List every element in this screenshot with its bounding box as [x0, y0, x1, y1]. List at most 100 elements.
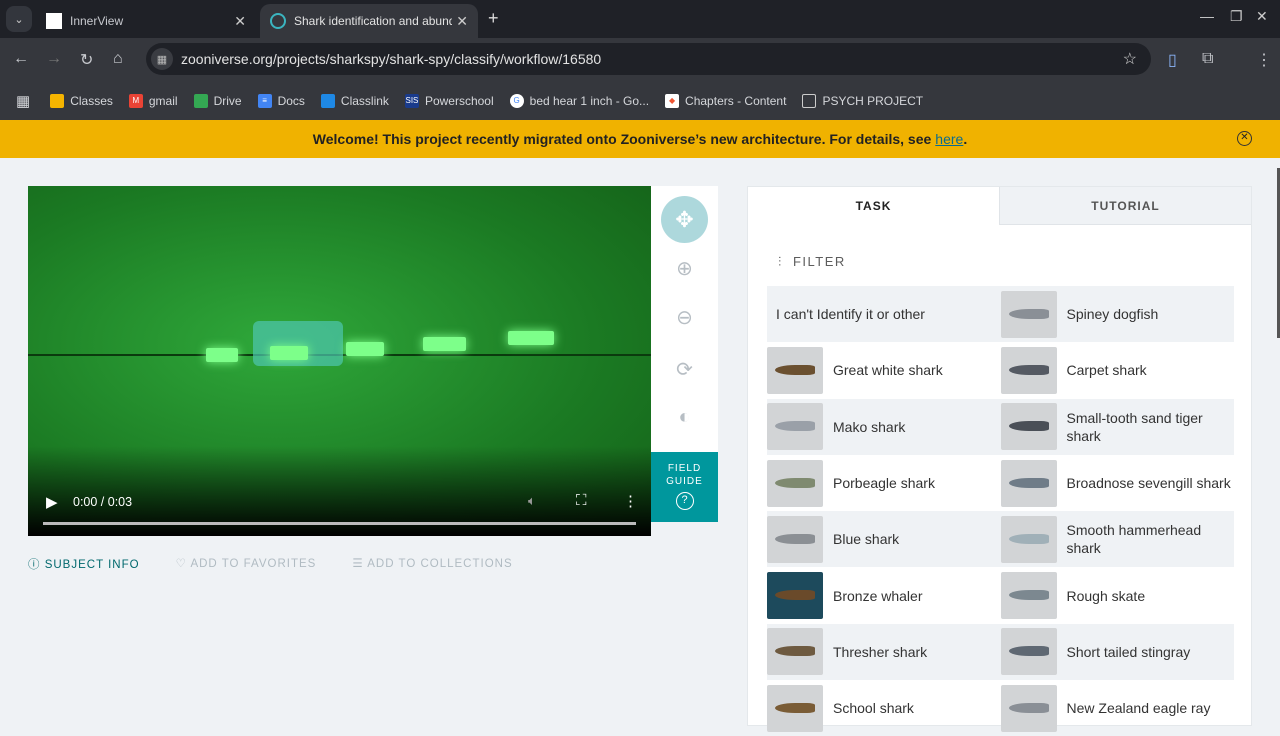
task-panel: TASK TUTORIAL ⫶ FILTER I can't Identify …: [747, 186, 1252, 732]
species-thumbnail: [1000, 290, 1057, 338]
choice-button[interactable]: Bronze whaler: [767, 567, 1001, 623]
tab-task[interactable]: TASK: [748, 187, 999, 225]
choice-button[interactable]: Porbeagle shark: [767, 455, 1001, 511]
light: [346, 342, 384, 356]
zoom-out-icon[interactable]: ⊖: [651, 305, 718, 330]
choice-row: School shark New Zealand eagle ray: [767, 680, 1234, 736]
choice-button[interactable]: I can't Identify it or other: [767, 286, 1001, 342]
species-thumbnail: [767, 459, 823, 507]
innerview-favicon-icon: [46, 13, 62, 29]
tab-tutorial[interactable]: TUTORIAL: [999, 187, 1251, 225]
choice-button[interactable]: Great white shark: [767, 342, 1001, 398]
bookmark-classlink[interactable]: Classlink: [320, 94, 389, 108]
reload-icon[interactable]: ↻: [80, 50, 93, 70]
zoom-in-icon[interactable]: ⊕: [651, 256, 718, 281]
choice-button[interactable]: Thresher shark: [767, 624, 1001, 680]
tab-innerview[interactable]: InnerView ✕: [36, 4, 256, 38]
light: [423, 337, 466, 351]
close-banner-icon[interactable]: ✕: [1237, 131, 1252, 146]
video-controls: ▶ 0:00 / 0:03 🔈︎ ⛶ ⋮: [28, 466, 651, 536]
choice-button[interactable]: Blue shark: [767, 511, 1001, 567]
fullscreen-icon[interactable]: ⛶: [576, 492, 587, 509]
choice-button[interactable]: Smooth hammerhead shark: [1000, 511, 1235, 567]
species-thumbnail: [1000, 572, 1057, 620]
choice-button[interactable]: Rough skate: [1000, 567, 1235, 623]
choice-row: Porbeagle shark Broadnose sevengill shark: [767, 455, 1234, 511]
restore-icon[interactable]: ❐: [1230, 8, 1243, 25]
tab-shark[interactable]: Shark identification and abundance ✕: [260, 4, 478, 38]
choice-button[interactable]: Short tailed stingray: [1000, 624, 1235, 680]
light: [206, 348, 238, 362]
choice-label: Small-tooth sand tiger shark: [1066, 409, 1203, 444]
choice-button[interactable]: New Zealand eagle ray: [1000, 680, 1235, 736]
video-time: 0:00 / 0:03: [73, 495, 133, 509]
bookmark-chapters[interactable]: ◆ Chapters - Content: [665, 94, 786, 108]
play-icon[interactable]: ▶: [46, 493, 58, 511]
address-bar[interactable]: ▦ zooniverse.org/projects/sharkspy/shark…: [146, 43, 1151, 75]
more-options-icon[interactable]: ⋮: [623, 492, 638, 510]
banner-text: Welcome! This project recently migrated …: [312, 131, 932, 147]
choice-label: School shark: [833, 700, 914, 717]
light: [270, 346, 308, 360]
bookmark-star-icon[interactable]: ☆: [1123, 49, 1137, 69]
close-tab-icon[interactable]: ✕: [234, 13, 246, 30]
zooniverse-favicon-icon: [270, 13, 286, 29]
subject-video[interactable]: ▶ 0:00 / 0:03 🔈︎ ⛶ ⋮: [28, 186, 651, 536]
choice-button[interactable]: Mako shark: [767, 399, 1001, 455]
new-tab-icon[interactable]: +: [488, 8, 499, 29]
home-icon[interactable]: ⌂: [113, 50, 123, 68]
choice-button[interactable]: Broadnose sevengill shark: [1000, 455, 1235, 511]
video-progress-bar[interactable]: [43, 522, 636, 525]
choice-grid: I can't Identify it or other Spiney dogfi…: [767, 286, 1234, 736]
invert-icon[interactable]: ◐: [651, 406, 718, 429]
extensions-icon[interactable]: ⧉: [1202, 50, 1213, 68]
choice-label: Broadnose sevengill shark: [1066, 475, 1231, 492]
rotate-icon[interactable]: ⟳: [651, 357, 718, 382]
choice-row: Mako shark Small-tooth sand tiger shark: [767, 398, 1235, 455]
url-text[interactable]: zooniverse.org/projects/sharkspy/shark-s…: [181, 51, 601, 67]
add-to-collections-button[interactable]: ☰ ADD TO COLLECTIONS: [352, 556, 530, 572]
choice-button[interactable]: Small-tooth sand tiger shark: [1000, 399, 1235, 455]
subject-info-button[interactable]: ⓘ SUBJECT INFO: [28, 556, 158, 572]
bookmark-powerschool[interactable]: SIS Powerschool: [404, 94, 494, 108]
bookmark-folder-psych[interactable]: PSYCH PROJECT: [802, 94, 923, 108]
species-thumbnail: [1000, 628, 1057, 676]
add-to-favorites-button[interactable]: ♡ ADD TO FAVORITES: [176, 556, 335, 572]
close-window-icon[interactable]: ✕: [1256, 8, 1268, 25]
species-thumbnail: [1000, 515, 1057, 563]
choice-button[interactable]: Carpet shark: [1000, 342, 1235, 398]
menu-icon[interactable]: ⋮: [1256, 50, 1272, 70]
field-guide-label: GUIDE: [666, 476, 703, 487]
bookmark-docs[interactable]: ≡ Docs: [257, 94, 305, 108]
move-icon[interactable]: ✥: [661, 196, 708, 243]
minimize-icon[interactable]: —: [1200, 8, 1214, 24]
choice-button[interactable]: School shark: [767, 680, 1001, 736]
subject-meta-bar: ⓘ SUBJECT INFO ♡ ADD TO FAVORITES ☰ ADD …: [28, 556, 549, 572]
bookmark-drive[interactable]: Drive: [193, 94, 242, 108]
site-info-icon[interactable]: ▦: [151, 48, 173, 70]
forward-icon[interactable]: →: [46, 50, 62, 68]
reading-mode-icon[interactable]: ▯: [1168, 50, 1177, 70]
tab-title: InnerView: [70, 14, 124, 28]
banner-link[interactable]: here: [935, 131, 963, 147]
light: [508, 331, 554, 345]
field-guide-button[interactable]: FIELD GUIDE ?: [651, 452, 718, 522]
choice-row: I can't Identify it or other Spiney dogfi…: [767, 286, 1235, 343]
apps-icon[interactable]: ▦: [16, 92, 30, 110]
species-thumbnail: [767, 628, 823, 676]
filter-button[interactable]: ⫶ FILTER: [778, 254, 846, 270]
volume-icon[interactable]: 🔈︎: [528, 493, 536, 509]
tab-search-button[interactable]: ⌄: [6, 6, 32, 32]
back-icon[interactable]: ←: [13, 50, 29, 68]
choice-label: Rough skate: [1066, 587, 1146, 604]
choice-row: Thresher shark Short tailed stingray: [767, 623, 1235, 681]
close-tab-icon[interactable]: ✕: [456, 13, 468, 30]
browser-toolbar: ← → ↻ ⌂ ▦ zooniverse.org/projects/sharks…: [0, 38, 1280, 82]
species-thumbnail: [767, 684, 823, 732]
bookmark-gmail[interactable]: Mgmail: [128, 94, 178, 108]
bookmark-google-search[interactable]: Gbed hear 1 inch - Go...: [509, 94, 649, 108]
tab-title: Shark identification and abundance: [294, 14, 452, 28]
choice-row: Great white shark Carpet shark: [767, 342, 1234, 398]
choice-button[interactable]: Spiney dogfish: [1000, 286, 1235, 342]
bookmark-classes[interactable]: Classes: [50, 94, 113, 108]
